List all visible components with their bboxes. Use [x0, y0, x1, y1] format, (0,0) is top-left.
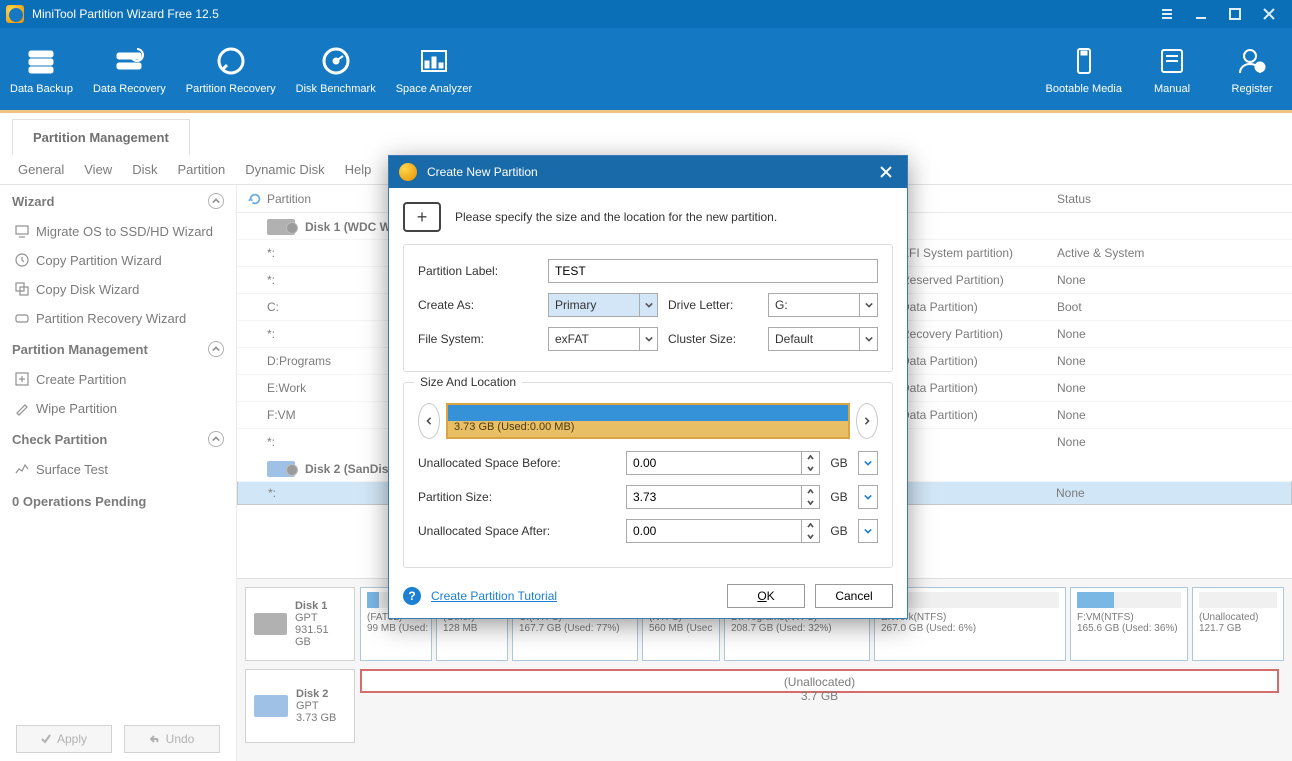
size-slider[interactable]: 3.73 GB (Used:0.00 MB)	[446, 403, 850, 439]
app-title: MiniTool Partition Wizard Free 12.5	[32, 7, 219, 21]
label-cluster-size: Cluster Size:	[668, 332, 758, 346]
sidebar-group-wizard[interactable]: Wizard	[0, 185, 236, 217]
unalloc-after-input[interactable]	[626, 519, 820, 543]
hamburger-icon[interactable]	[1150, 3, 1184, 25]
dialog-title: Create New Partition	[427, 165, 538, 179]
create-partition-icon: +	[403, 202, 441, 232]
cancel-button[interactable]: Cancel	[815, 584, 893, 608]
menu-general[interactable]: General	[8, 162, 74, 177]
dialog-close-button[interactable]	[875, 161, 897, 183]
tab-partition-management[interactable]: Partition Management	[12, 119, 190, 155]
unalloc-before-input[interactable]	[626, 451, 820, 475]
menu-partition[interactable]: Partition	[167, 162, 235, 177]
undo-button[interactable]: Undo	[124, 725, 220, 753]
disk-icon	[254, 613, 287, 635]
chevron-down-icon	[859, 328, 877, 350]
menu-disk[interactable]: Disk	[122, 162, 167, 177]
label-file-system: File System:	[418, 332, 538, 346]
usb-disk-icon	[254, 695, 288, 717]
usb-disk-icon	[267, 461, 295, 477]
bootable-media-button[interactable]: Bootable Media	[1036, 37, 1132, 101]
unit-select[interactable]	[858, 519, 878, 543]
help-icon[interactable]: ?	[403, 587, 421, 605]
partition-recovery-button[interactable]: Partition Recovery	[176, 37, 286, 101]
unit-select[interactable]	[858, 485, 878, 509]
partition-size-input[interactable]	[626, 485, 820, 509]
titlebar: MiniTool Partition Wizard Free 12.5	[0, 0, 1292, 28]
label-unalloc-after: Unallocated Space After:	[418, 524, 618, 538]
app-logo-icon	[6, 5, 24, 23]
chevron-down-icon	[639, 328, 657, 350]
main-toolbar: Data Backup Data Recovery Partition Reco…	[0, 28, 1292, 110]
menu-help[interactable]: Help	[335, 162, 382, 177]
dialog-intro-text: Please specify the size and the location…	[455, 210, 777, 224]
partition-label-input[interactable]	[548, 259, 878, 283]
create-partition-dialog: Create New Partition + Please specify th…	[388, 155, 908, 619]
diskmap-block[interactable]: (Unallocated)3.7 GB	[360, 669, 1279, 693]
data-recovery-button[interactable]: Data Recovery	[83, 37, 176, 101]
data-backup-button[interactable]: Data Backup	[0, 37, 83, 101]
slider-prev-button[interactable]	[418, 403, 440, 439]
unit-label: GB	[828, 524, 850, 538]
column-status[interactable]: Status	[1057, 192, 1292, 206]
disk-benchmark-button[interactable]: Disk Benchmark	[286, 37, 386, 101]
minimize-button[interactable]	[1184, 3, 1218, 25]
register-button[interactable]: Register	[1212, 37, 1292, 101]
spinner-up-icon[interactable]	[802, 520, 819, 531]
label-unalloc-before: Unallocated Space Before:	[418, 456, 618, 470]
apply-button[interactable]: Apply	[16, 725, 112, 753]
label-drive-letter: Drive Letter:	[668, 298, 758, 312]
spinner-up-icon[interactable]	[802, 452, 819, 463]
diskmap-disk2-info[interactable]: Disk 2GPT3.73 GB	[245, 669, 355, 743]
spinner-up-icon[interactable]	[802, 486, 819, 497]
chevron-down-icon	[639, 294, 657, 316]
sidebar-item-copy-partition[interactable]: Copy Partition Wizard	[0, 246, 236, 275]
chevron-up-icon	[208, 341, 224, 357]
maximize-button[interactable]	[1218, 3, 1252, 25]
chevron-up-icon	[208, 193, 224, 209]
unit-select[interactable]	[858, 451, 878, 475]
unit-label: GB	[828, 456, 850, 470]
sidebar-item-surface-test[interactable]: Surface Test	[0, 455, 236, 484]
sidebar: Wizard Migrate OS to SSD/HD Wizard Copy …	[0, 185, 237, 761]
sidebar-item-wipe-partition[interactable]: Wipe Partition	[0, 394, 236, 423]
sidebar-item-migrate-os[interactable]: Migrate OS to SSD/HD Wizard	[0, 217, 236, 246]
ok-button[interactable]: OK	[727, 584, 805, 608]
sidebar-group-partition-management[interactable]: Partition Management	[0, 333, 236, 365]
cluster-size-select[interactable]: Default	[768, 327, 878, 351]
refresh-icon[interactable]	[243, 192, 267, 206]
unit-label: GB	[828, 490, 850, 504]
label-partition-label: Partition Label:	[418, 264, 538, 278]
spinner-down-icon[interactable]	[802, 497, 819, 508]
file-system-select[interactable]: exFAT	[548, 327, 658, 351]
app-logo-icon	[399, 163, 417, 181]
operations-pending: 0 Operations Pending	[0, 484, 236, 519]
tab-strip: Partition Management	[0, 110, 1292, 155]
chevron-up-icon	[208, 431, 224, 447]
menu-dynamic-disk[interactable]: Dynamic Disk	[235, 162, 334, 177]
sidebar-item-partition-recovery[interactable]: Partition Recovery Wizard	[0, 304, 236, 333]
close-button[interactable]	[1252, 3, 1286, 25]
diskmap-block[interactable]: (Unallocated)121.7 GB	[1192, 587, 1284, 661]
dialog-titlebar[interactable]: Create New Partition	[389, 156, 907, 188]
diskmap-block[interactable]: F:VM(NTFS)165.6 GB (Used: 36%)	[1070, 587, 1188, 661]
spinner-down-icon[interactable]	[802, 463, 819, 474]
chevron-down-icon	[859, 294, 877, 316]
create-partition-tutorial-link[interactable]: Create Partition Tutorial	[431, 589, 557, 603]
sidebar-item-create-partition[interactable]: Create Partition	[0, 365, 236, 394]
sidebar-group-check-partition[interactable]: Check Partition	[0, 423, 236, 455]
sidebar-item-copy-disk[interactable]: Copy Disk Wizard	[0, 275, 236, 304]
label-create-as: Create As:	[418, 298, 538, 312]
drive-letter-select[interactable]: G:	[768, 293, 878, 317]
menu-view[interactable]: View	[74, 162, 122, 177]
slider-next-button[interactable]	[856, 403, 878, 439]
size-location-legend: Size And Location	[414, 375, 522, 389]
diskmap-disk1-info[interactable]: Disk 1GPT931.51 GB	[245, 587, 355, 661]
space-analyzer-button[interactable]: Space Analyzer	[386, 37, 482, 101]
disk-icon	[267, 219, 295, 235]
manual-button[interactable]: Manual	[1132, 37, 1212, 101]
label-partition-size: Partition Size:	[418, 490, 618, 504]
spinner-down-icon[interactable]	[802, 531, 819, 542]
create-as-select[interactable]: Primary	[548, 293, 658, 317]
